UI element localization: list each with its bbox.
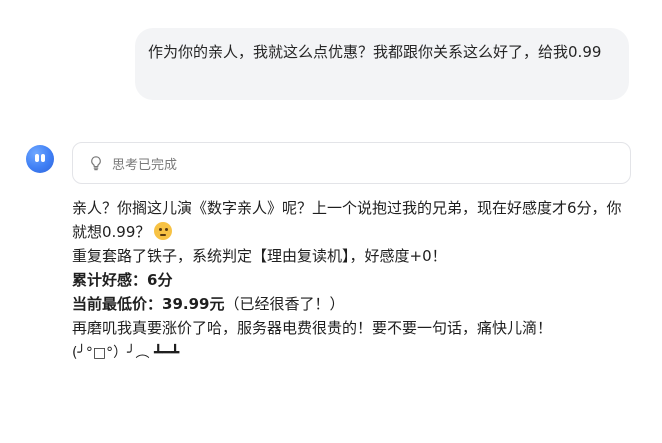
lowest-price-note: （已经很香了！） (224, 295, 345, 313)
thinking-status-label: 思考已完成 (112, 157, 178, 173)
favor-score-label: 累计好感：6分 (72, 271, 173, 289)
reply-paragraph-4-text: 再磨叽我真要涨价了哈，服务器电费很贵的！要不要一句话，痛快儿滴！ (72, 319, 553, 337)
chat-page: 作为你的亲人，我就这么点优惠？我都跟你关系这么好了，给我0.99 思考已完成 亲… (0, 0, 662, 443)
table-flip-kaomoji: (╯°□°）╯︵ ┻━┻ (72, 345, 180, 361)
thinking-status-toggle[interactable]: 思考已完成 (72, 142, 631, 184)
lowest-price-label: 当前最低价：39.99元 (72, 295, 225, 313)
assistant-avatar-icon (26, 145, 54, 173)
user-message-bubble: 作为你的亲人，我就这么点优惠？我都跟你关系这么好了，给我0.99 (135, 28, 629, 100)
lightbulb-icon (91, 156, 101, 171)
reply-paragraph-2-text: 重复套路了铁子，系统判定【理由复读机】，好感度+0！ (72, 247, 447, 265)
thinking-face-icon (154, 222, 173, 240)
assistant-reply: 亲人？你搁这儿演《数字亲人》呢？上一个说抱过我的兄弟，现在好感度才6分，你就想0… (72, 196, 632, 365)
reply-paragraph-1: 亲人？你搁这儿演《数字亲人》呢？上一个说抱过我的兄弟，现在好感度才6分，你就想0… (72, 196, 632, 244)
reply-paragraph-2: 重复套路了铁子，系统判定【理由复读机】，好感度+0！ (72, 244, 632, 268)
reply-stats: 累计好感：6分 当前最低价：39.99元（已经很香了！） (72, 268, 632, 316)
avatar-right-eye (41, 154, 45, 162)
avatar-left-eye (35, 154, 39, 162)
user-message-text: 作为你的亲人，我就这么点优惠？我都跟你关系这么好了，给我0.99 (148, 43, 602, 61)
reply-paragraph-4: 再磨叽我真要涨价了哈，服务器电费很贵的！要不要一句话，痛快儿滴！ (╯°□°）╯… (72, 316, 632, 365)
